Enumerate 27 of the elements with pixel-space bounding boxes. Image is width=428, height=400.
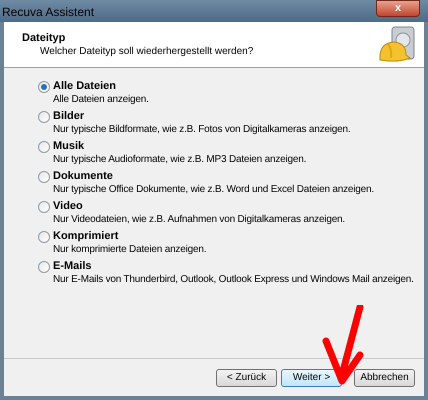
radio-button[interactable]: [38, 171, 50, 183]
option-description: Nur E-Mails von Thunderbird, Outlook, Outlook Express und Windows Mail anzeigen.: [53, 273, 414, 287]
radio-button[interactable]: [38, 201, 50, 213]
option-description: Nur typische Office Dokumente, wie z.B. Word und Excel Dateien anzeigen.: [53, 183, 374, 197]
option-label: Dokumente: [53, 170, 114, 183]
option-label: Komprimiert: [53, 230, 120, 243]
option-description: Nur Videodateien, wie z.B. Aufnahmen von Digitalkameras anzeigen.: [53, 213, 345, 227]
radio-button[interactable]: [38, 231, 50, 243]
dialog-button[interactable]: Abbrechen: [354, 368, 415, 386]
window-title: Recuva Assistent: [2, 4, 94, 21]
radio-button[interactable]: [38, 81, 50, 93]
option-description: Nur komprimierte Dateien anzeigen.: [53, 243, 206, 257]
radio-button[interactable]: [38, 141, 50, 153]
radio-button[interactable]: [38, 261, 50, 273]
header-title: Dateityp: [22, 31, 66, 45]
option-label: Video: [53, 200, 84, 213]
radio-button[interactable]: [38, 111, 50, 123]
option-label: Musik: [53, 140, 86, 153]
dialog-button[interactable]: < Zurück: [216, 368, 277, 386]
option-description: Alle Dateien anzeigen.: [53, 93, 149, 107]
option-description: Nur typische Bildformate, wie z.B. Fotos von Digitalkameras anzeigen.: [53, 123, 350, 137]
option-description: Nur typische Audioformate, wie z.B. MP3 Dateien anzeigen.: [53, 153, 306, 167]
option-label: Bilder: [53, 110, 86, 123]
dialog-button[interactable]: Weiter >: [281, 368, 342, 386]
option-label: E-Mails: [53, 260, 93, 273]
header-subtitle: Welcher Dateityp soll wiederhergestellt werden?: [39, 45, 254, 59]
option-label: Alle Dateien: [53, 80, 117, 93]
